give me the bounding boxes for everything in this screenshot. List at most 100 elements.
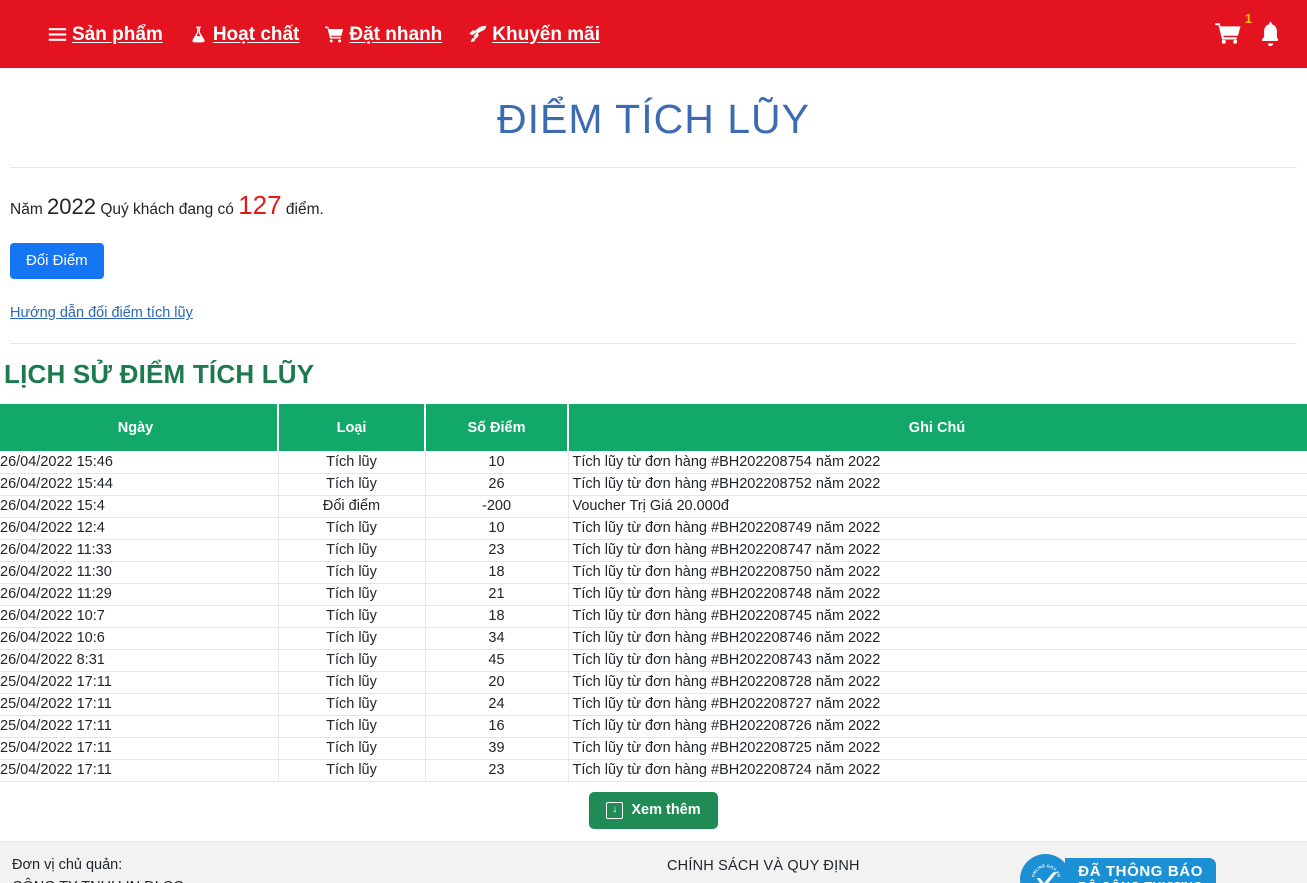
flask-icon xyxy=(189,25,208,44)
cell-note: Tích lũy từ đơn hàng #BH202208748 năm 20… xyxy=(568,583,1307,606)
column-header-type[interactable]: Loại xyxy=(278,404,426,452)
load-more-container: ↓ Xem thêm xyxy=(0,782,1307,841)
footer-policy-heading: CHÍNH SÁCH VÀ QUY ĐỊNH xyxy=(667,857,860,874)
nav-item-san-pham[interactable]: Sản phẩm xyxy=(48,25,163,44)
cell-points: 39 xyxy=(425,737,569,760)
table-row: 26/04/2022 15:44 Tích lũy 26 Tích lũy từ đơ… xyxy=(0,473,1307,496)
footer-certification: ONLINE.GOV.VN ĐÃ THÔNG BÁO BỘ CÔNG THƯƠN… xyxy=(1012,853,1295,883)
cell-date: 25/04/2022 17:11 xyxy=(0,759,279,782)
cell-points: 23 xyxy=(425,759,569,782)
page-footer: Đơn vị chủ quản: CÔNG TY TNHH IN DI CO Đ… xyxy=(0,840,1307,883)
table-row: 26/04/2022 10:6 Tích lũy 34 Tích lũy từ đơn… xyxy=(0,627,1307,650)
cell-date: 26/04/2022 11:29 xyxy=(0,583,279,606)
cell-type: Tích lũy xyxy=(278,539,426,562)
nav-item-khuyen-mai[interactable]: Khuyến mãi xyxy=(468,25,600,44)
nav-item-hoat-chat[interactable]: Hoạt chất xyxy=(189,25,299,44)
points-year: 2022 xyxy=(47,194,96,219)
cell-date: 26/04/2022 15:44 xyxy=(0,473,279,496)
table-row: 26/04/2022 12:4 Tích lũy 10 Tích lũy từ đơn… xyxy=(0,517,1307,540)
shopping-cart-icon xyxy=(1215,22,1242,46)
download-arrow-icon: ↓ xyxy=(606,801,624,819)
cell-note: Tích lũy từ đơn hàng #BH202208747 năm 20… xyxy=(568,539,1307,562)
cell-date: 26/04/2022 15:46 xyxy=(0,451,279,474)
cell-date: 26/04/2022 10:7 xyxy=(0,605,279,628)
cell-type: Tích lũy xyxy=(278,693,426,716)
cell-note: Voucher Trị Giá 20.000đ xyxy=(568,495,1307,518)
rocket-icon xyxy=(468,25,487,44)
column-header-points[interactable]: Số Điểm xyxy=(425,404,569,452)
points-middle-label: Quý khách đang có xyxy=(100,201,234,218)
cell-points: 16 xyxy=(425,715,569,738)
nav-item-dat-nhanh[interactable]: Đặt nhanh xyxy=(325,25,442,44)
cell-type: Tích lũy xyxy=(278,473,426,496)
badge-text-block: ĐÃ THÔNG BÁO BỘ CÔNG THƯƠNG xyxy=(1065,857,1217,883)
points-summary-section: Năm 2022 Quý khách đang có 127 điểm. Đổi… xyxy=(0,168,1307,321)
cell-date: 26/04/2022 15:4 xyxy=(0,495,279,518)
column-header-date[interactable]: Ngày xyxy=(0,404,279,452)
cell-date: 26/04/2022 10:6 xyxy=(0,627,279,650)
table-row: 25/04/2022 17:11 Tích lũy 20 Tích lũy từ đơ… xyxy=(0,671,1307,694)
footer-link-privacy[interactable]: - Chính sách bảo mật xyxy=(667,879,1012,883)
cell-date: 26/04/2022 12:4 xyxy=(0,517,279,540)
table-header-row: Ngày Loại Số Điểm Ghi Chú xyxy=(0,404,1307,452)
table-row: 25/04/2022 17:11 Tích lũy 39 Tích lũy từ đơ… xyxy=(0,737,1307,760)
cell-type: Tích lũy xyxy=(278,715,426,738)
column-header-note[interactable]: Ghi Chú xyxy=(568,404,1307,452)
cell-points: 23 xyxy=(425,539,569,562)
cell-note: Tích lũy từ đơn hàng #BH202208725 năm 20… xyxy=(568,737,1307,760)
footer-policy-section: CHÍNH SÁCH VÀ QUY ĐỊNH - Chính sách bảo … xyxy=(667,854,1012,883)
cell-points: 24 xyxy=(425,693,569,716)
badge-line-primary: ĐÃ THÔNG BÁO xyxy=(1078,863,1203,881)
cell-date: 25/04/2022 17:11 xyxy=(0,715,279,738)
history-heading: LỊCH SỬ ĐIỂM TÍCH LŨY xyxy=(4,359,315,390)
cell-date: 25/04/2022 17:11 xyxy=(0,737,279,760)
points-prefix-label: Năm xyxy=(10,201,43,218)
table-row: 26/04/2022 15:4 Đổi điểm -200 Voucher Trị G… xyxy=(0,495,1307,518)
cell-date: 25/04/2022 17:11 xyxy=(0,693,279,716)
cell-type: Tích lũy xyxy=(278,627,426,650)
cell-note: Tích lũy từ đơn hàng #BH202208754 năm 20… xyxy=(568,451,1307,474)
points-suffix-label: điểm. xyxy=(285,201,324,218)
cell-points: -200 xyxy=(425,495,569,518)
cell-type: Tích lũy xyxy=(278,561,426,584)
table-row: 25/04/2022 17:11 Tích lũy 24 Tích lũy từ đơ… xyxy=(0,693,1307,716)
cell-date: 25/04/2022 17:11 xyxy=(0,671,279,694)
page-title: ĐIỂM TÍCH LŨY xyxy=(497,96,810,142)
shopping-cart-icon xyxy=(325,25,344,44)
cart-count-badge: 1 xyxy=(1244,11,1252,26)
table-row: 26/04/2022 8:31 Tích lũy 45 Tích lũy từ đơn… xyxy=(0,649,1307,672)
navbar-actions: 1 xyxy=(1215,12,1281,46)
load-more-button[interactable]: ↓ Xem thêm xyxy=(589,791,718,829)
bell-icon xyxy=(1260,22,1281,46)
footer-company-label: Đơn vị chủ quản: xyxy=(12,856,123,873)
cell-note: Tích lũy từ đơn hàng #BH202208724 năm 20… xyxy=(568,759,1307,782)
cell-type: Tích lũy xyxy=(278,583,426,606)
main-navigation: Sản phẩm Hoạt chất Đặt nhanh Khuyến mãi xyxy=(48,25,1215,44)
cell-points: 18 xyxy=(425,605,569,628)
nav-item-label: Khuyến mãi xyxy=(492,23,600,45)
cart-button[interactable]: 1 xyxy=(1215,12,1252,46)
exchange-points-button[interactable]: Đổi Điểm xyxy=(10,243,104,280)
footer-company-name: CÔNG TY TNHH IN DI CO xyxy=(12,876,667,883)
cell-note: Tích lũy từ đơn hàng #BH202208743 năm 20… xyxy=(568,649,1307,672)
svg-text:ONLINE.GOV.VN: ONLINE.GOV.VN xyxy=(1030,863,1062,878)
bo-cong-thuong-badge[interactable]: ONLINE.GOV.VN ĐÃ THÔNG BÁO BỘ CÔNG THƯƠN… xyxy=(1020,853,1217,883)
cell-points: 20 xyxy=(425,671,569,694)
cell-points: 21 xyxy=(425,583,569,606)
notifications-button[interactable] xyxy=(1260,22,1281,46)
load-more-label: Xem thêm xyxy=(631,802,701,819)
table-header: Ngày Loại Số Điểm Ghi Chú xyxy=(0,404,1307,452)
points-summary-text: Năm 2022 Quý khách đang có 127 điểm. xyxy=(10,190,1297,221)
cell-note: Tích lũy từ đơn hàng #BH202208745 năm 20… xyxy=(568,605,1307,628)
cell-type: Tích lũy xyxy=(278,671,426,694)
cell-note: Tích lũy từ đơn hàng #BH202208728 năm 20… xyxy=(568,671,1307,694)
cell-note: Tích lũy từ đơn hàng #BH202208727 năm 20… xyxy=(568,693,1307,716)
hamburger-menu-icon xyxy=(48,25,67,44)
checkmark-seal-icon: ONLINE.GOV.VN xyxy=(1020,853,1071,883)
table-row: 26/04/2022 11:29 Tích lũy 21 Tích lũy từ đơ… xyxy=(0,583,1307,606)
points-guide-link[interactable]: Hướng dẫn đổi điểm tích lũy xyxy=(10,305,1297,321)
cell-points: 45 xyxy=(425,649,569,672)
cell-points: 10 xyxy=(425,451,569,474)
cell-type: Tích lũy xyxy=(278,605,426,628)
nav-item-label: Sản phẩm xyxy=(72,23,163,45)
